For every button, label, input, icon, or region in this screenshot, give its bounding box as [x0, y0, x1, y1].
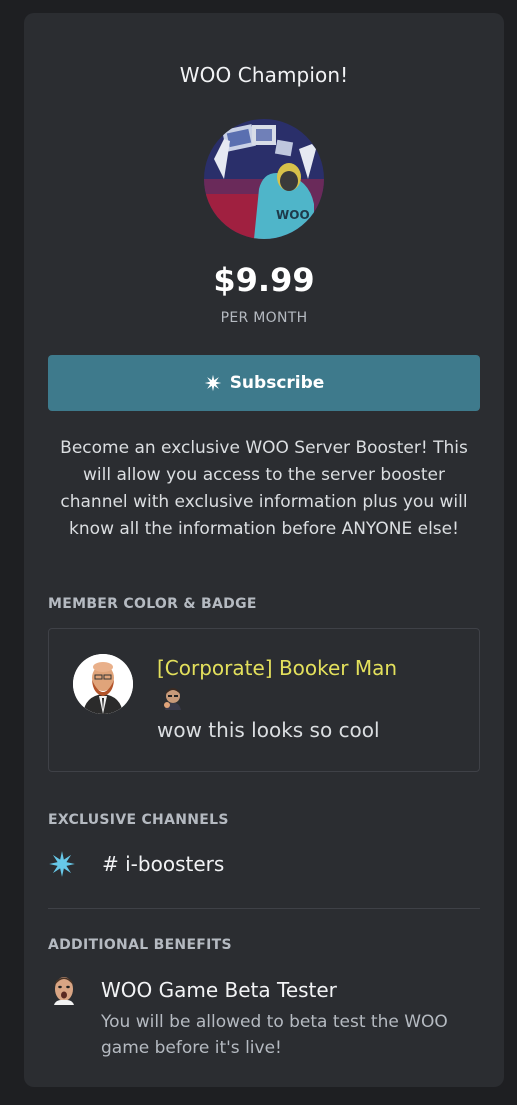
benefit-description: You will be allowed to beta test the WOO… [101, 1012, 448, 1058]
role-subscription-card: WOO Champion! WOO $9.99 PER MONTH Subscr [24, 13, 504, 1087]
billing-period: PER MONTH [220, 310, 308, 326]
benefit-title: WOO Game Beta Tester [101, 978, 337, 1002]
face-emoji-icon [50, 975, 78, 1005]
additional-benefits-heading: ADDITIONAL BENEFITS [48, 937, 232, 953]
sparkle-icon [204, 374, 222, 392]
tier-image: WOO [204, 119, 324, 239]
subscribe-button[interactable]: Subscribe [48, 355, 480, 411]
role-badge-icon [161, 686, 185, 720]
channel-name: # i-boosters [102, 852, 224, 876]
tier-description: Become an exclusive WOO Server Booster! … [60, 438, 468, 539]
tier-title: WOO Champion! [179, 63, 349, 87]
boost-sparkle-icon [48, 850, 76, 878]
subscribe-label: Subscribe [229, 373, 325, 393]
preview-username: [Corporate] Booker Man [157, 652, 417, 720]
member-color-heading: MEMBER COLOR & BADGE [48, 596, 257, 612]
preview-username-text: [Corporate] Booker Man [157, 656, 398, 680]
member-preview-box: [Corporate] Booker Man wow this looks so… [48, 628, 480, 772]
hash-icon: # [102, 852, 119, 876]
exclusive-channels-heading: EXCLUSIVE CHANNELS [48, 812, 229, 828]
channel-name-text: i-boosters [125, 852, 225, 876]
divider [48, 908, 480, 909]
channel-item[interactable]: # i-boosters [48, 848, 224, 880]
svg-text:WOO: WOO [276, 208, 310, 222]
avatar [73, 654, 133, 714]
tier-price: $9.99 [213, 261, 315, 299]
preview-message: wow this looks so cool [157, 718, 380, 742]
